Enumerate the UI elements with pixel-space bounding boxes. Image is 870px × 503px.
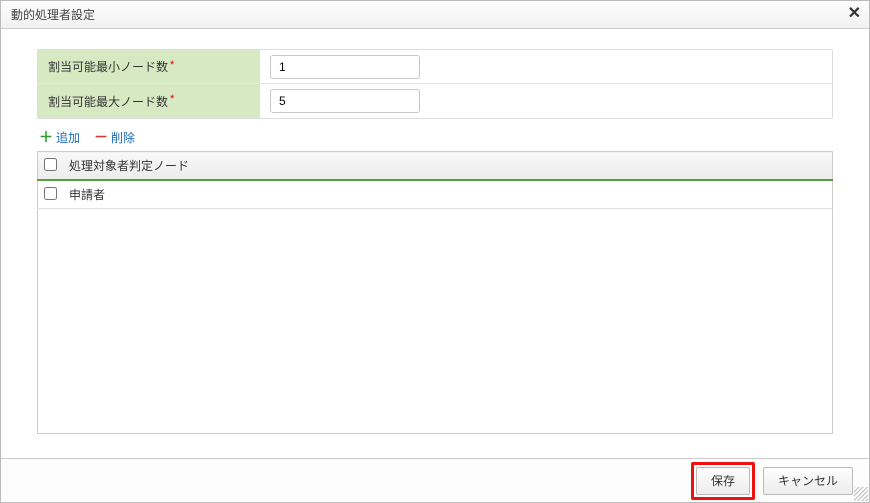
max-nodes-label: 割当可能最大ノード数*	[38, 84, 260, 118]
close-icon[interactable]: ✕	[848, 6, 861, 22]
table-empty-area	[37, 209, 833, 434]
max-nodes-input[interactable]	[270, 89, 420, 113]
table-row: 申請者	[38, 180, 833, 209]
max-nodes-row: 割当可能最大ノード数*	[38, 84, 832, 118]
row-checkbox[interactable]	[44, 187, 57, 200]
save-button[interactable]: 保存	[696, 467, 750, 495]
dialog-title: 動的処理者設定	[11, 6, 95, 23]
required-mark: *	[170, 59, 174, 71]
required-mark: *	[170, 93, 174, 105]
row-label-cell: 申請者	[63, 180, 833, 209]
table-header-row: 処理対象者判定ノード	[38, 152, 833, 181]
min-nodes-control	[260, 51, 832, 83]
max-nodes-control	[260, 85, 832, 117]
form-panel: 割当可能最小ノード数* 割当可能最大ノード数*	[37, 49, 833, 119]
header-label-cell: 処理対象者判定ノード	[63, 152, 833, 181]
min-nodes-label: 割当可能最小ノード数*	[38, 50, 260, 83]
cancel-button[interactable]: キャンセル	[763, 467, 853, 495]
resize-grip-icon[interactable]	[854, 487, 868, 501]
dialog-footer: 保存 キャンセル	[1, 458, 869, 502]
row-checkbox-cell	[38, 180, 64, 209]
save-highlight: 保存	[691, 462, 755, 500]
minus-icon: －	[94, 127, 108, 147]
node-table: 処理対象者判定ノード 申請者	[37, 151, 833, 209]
remove-button[interactable]: － 削除	[94, 127, 135, 147]
dialog: 動的処理者設定 ✕ 割当可能最小ノード数* 割当可能最大ノード数*	[0, 0, 870, 503]
add-button[interactable]: ＋ 追加	[39, 127, 80, 147]
min-nodes-input[interactable]	[270, 55, 420, 79]
select-all-checkbox[interactable]	[44, 158, 57, 171]
plus-icon: ＋	[39, 127, 53, 147]
table-toolbar: ＋ 追加 － 削除	[37, 119, 833, 151]
dialog-body: 割当可能最小ノード数* 割当可能最大ノード数* ＋ 追加	[1, 29, 869, 444]
dialog-header: 動的処理者設定 ✕	[1, 1, 869, 29]
min-nodes-row: 割当可能最小ノード数*	[38, 50, 832, 84]
header-checkbox-cell	[38, 152, 64, 181]
